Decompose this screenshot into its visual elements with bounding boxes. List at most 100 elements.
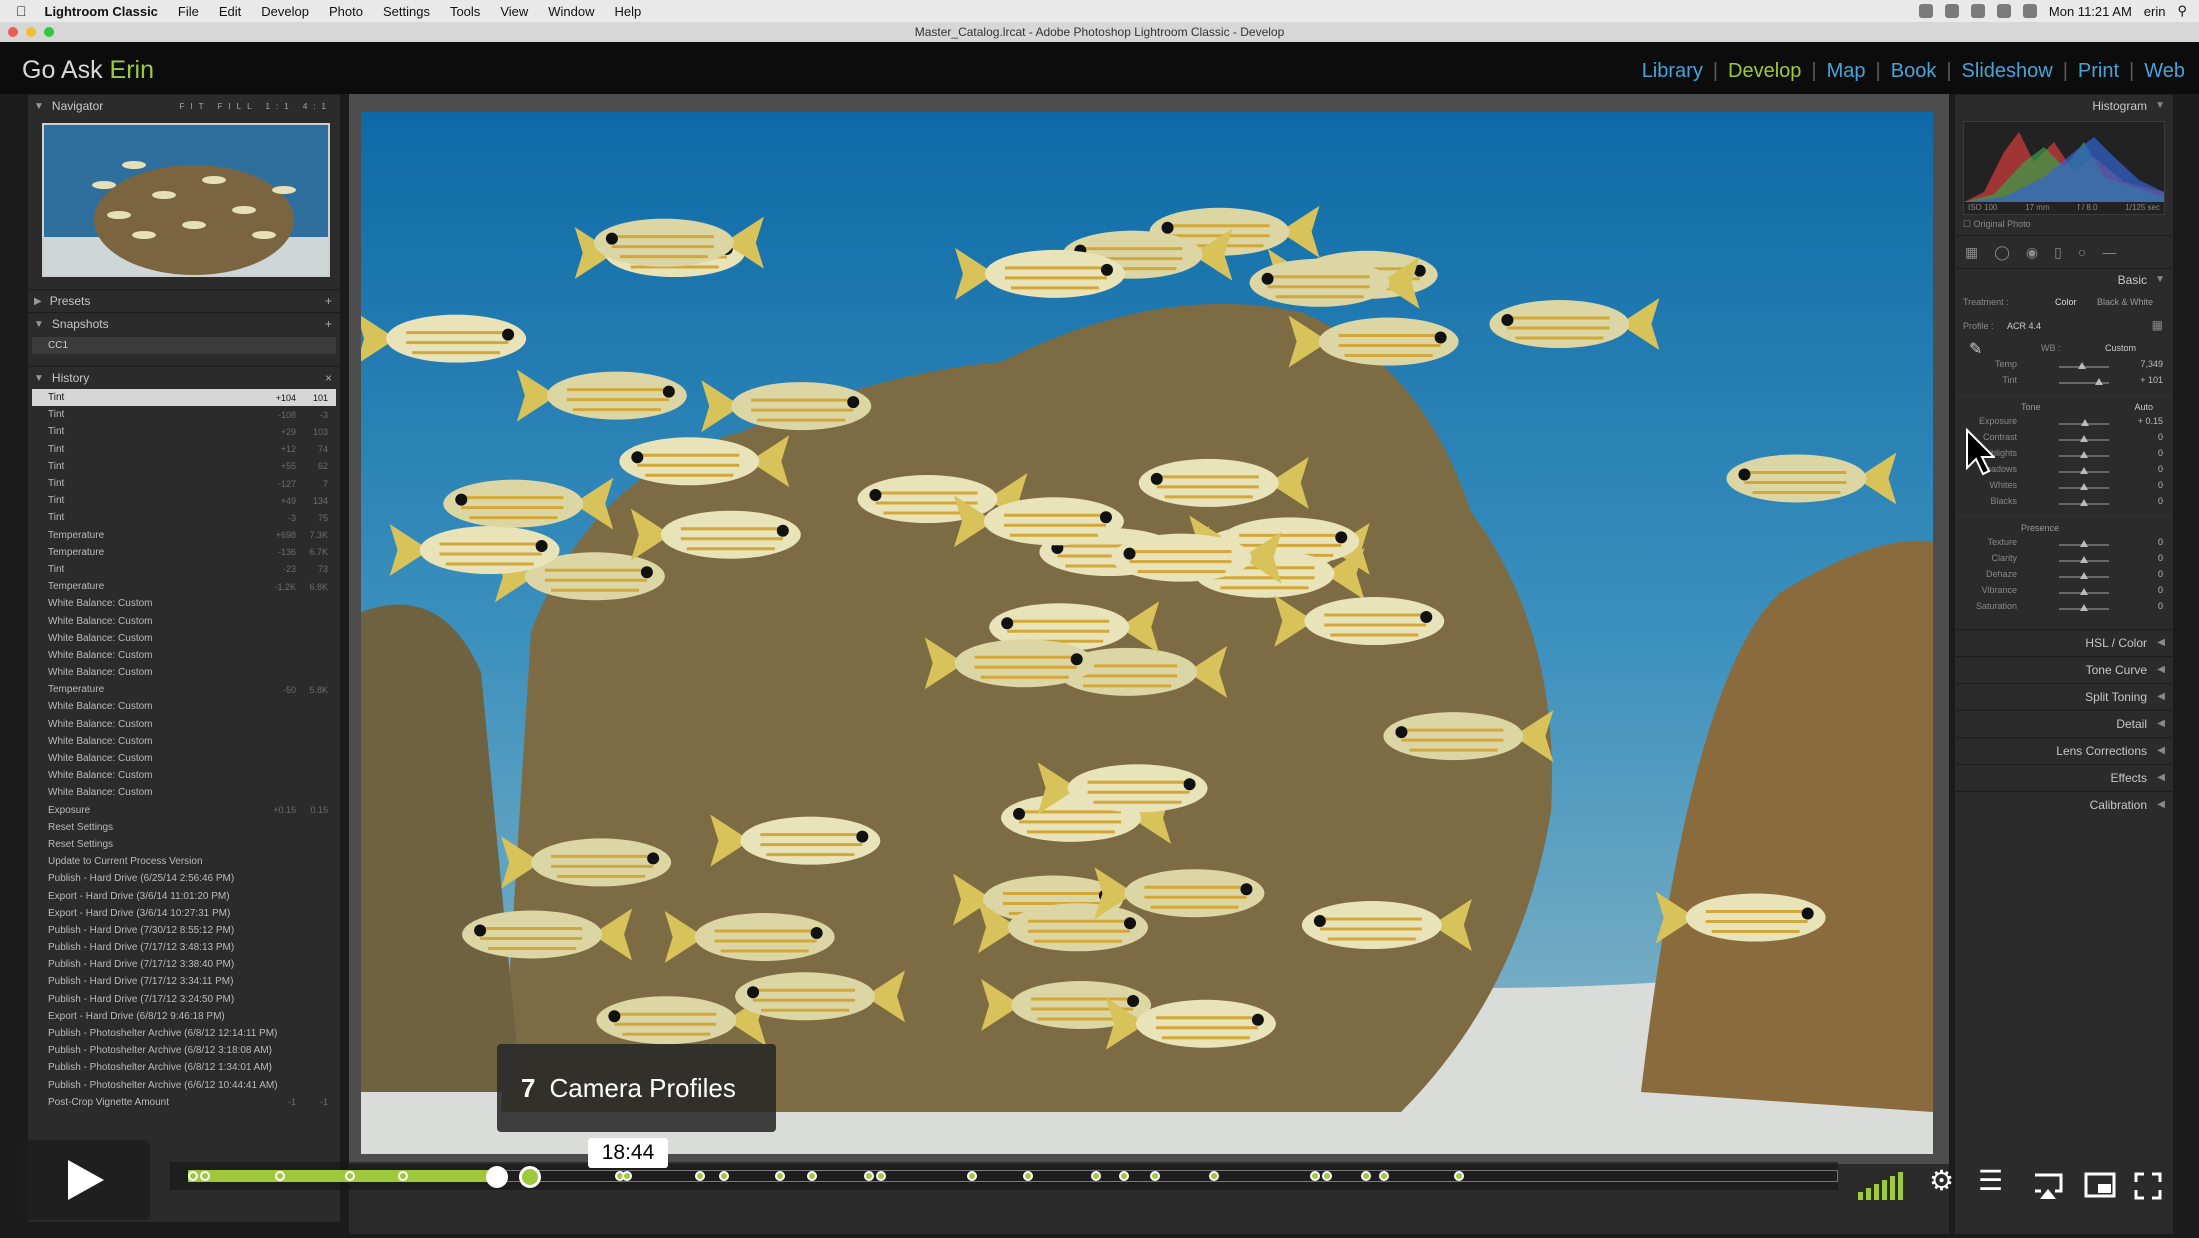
- history-step[interactable]: Tint +104 101: [32, 389, 336, 407]
- slider-value[interactable]: 0: [2158, 464, 2163, 474]
- histogram-header[interactable]: Histogram ▼: [1955, 94, 2173, 117]
- slider-value[interactable]: 0: [2158, 585, 2163, 595]
- slider-value[interactable]: 7,349: [2140, 359, 2163, 369]
- snapshots-header[interactable]: ▼ Snapshots +: [28, 312, 340, 335]
- history-step[interactable]: Publish - Hard Drive (7/17/12 3:24:50 PM…: [32, 991, 336, 1008]
- brush-icon[interactable]: —: [2102, 244, 2116, 260]
- app-name-menu[interactable]: Lightroom Classic: [45, 4, 158, 19]
- slider-value[interactable]: 0: [2158, 448, 2163, 458]
- history-step[interactable]: White Balance: Custom: [32, 733, 336, 750]
- navigator-preview[interactable]: [42, 123, 330, 277]
- slider-thumb[interactable]: [2077, 362, 2086, 369]
- history-step[interactable]: Publish - Hard Drive (7/17/12 3:38:40 PM…: [32, 956, 336, 973]
- history-step[interactable]: Publish - Photoshelter Archive (6/6/12 1…: [32, 1077, 336, 1094]
- history-step[interactable]: White Balance: Custom: [32, 698, 336, 715]
- menu-photo[interactable]: Photo: [329, 4, 363, 19]
- slider-thumb[interactable]: [2080, 451, 2088, 458]
- zoom-4-1[interactable]: 4:1: [303, 102, 332, 111]
- module-map[interactable]: Map: [1827, 60, 1866, 83]
- history-step[interactable]: Tint +55 62: [32, 458, 336, 475]
- radial-filter-icon[interactable]: ○: [2078, 244, 2086, 260]
- menu-window[interactable]: Window: [548, 4, 594, 19]
- history-step[interactable]: Temperature -50 5.8K: [32, 681, 336, 698]
- clock[interactable]: Mon 11:21 AM: [2049, 4, 2132, 19]
- profile-browser-icon[interactable]: ▦: [2152, 318, 2163, 332]
- volume-icon[interactable]: [2022, 4, 2037, 18]
- slider-value[interactable]: 0: [2158, 569, 2163, 579]
- history-step[interactable]: Publish - Hard Drive (7/17/12 3:34:11 PM…: [32, 973, 336, 990]
- history-step[interactable]: Update to Current Process Version: [32, 853, 336, 870]
- history-step[interactable]: Publish - Photoshelter Archive (6/8/12 1…: [32, 1025, 336, 1042]
- chapter-marker[interactable]: [966, 1171, 977, 1181]
- history-step[interactable]: Exposure +0.15 0.15: [32, 802, 336, 819]
- history-step[interactable]: White Balance: Custom: [32, 630, 336, 647]
- history-step[interactable]: Export - Hard Drive (6/8/12 9:46:18 PM): [32, 1008, 336, 1025]
- module-slideshow[interactable]: Slideshow: [1962, 60, 2053, 83]
- history-step[interactable]: Tint +29 103: [32, 423, 336, 440]
- history-step[interactable]: White Balance: Custom: [32, 612, 336, 629]
- volume-bars-icon[interactable]: [1858, 1172, 1908, 1200]
- slider-thumb[interactable]: [2080, 604, 2088, 611]
- history-step[interactable]: Tint +49 134: [32, 492, 336, 509]
- menu-develop[interactable]: Develop: [261, 4, 309, 19]
- chapter-marker[interactable]: [397, 1171, 408, 1181]
- chapter-marker[interactable]: [199, 1171, 210, 1181]
- chapter-marker[interactable]: [187, 1171, 198, 1181]
- history-step[interactable]: Tint -23 73: [32, 561, 336, 578]
- picture-in-picture-icon[interactable]: [2084, 1172, 2116, 1200]
- menu-view[interactable]: View: [500, 4, 528, 19]
- history-step[interactable]: Export - Hard Drive (3/6/14 11:01:20 PM): [32, 887, 336, 904]
- chapter-marker[interactable]: [1118, 1171, 1129, 1181]
- history-step[interactable]: White Balance: Custom: [32, 647, 336, 664]
- slider-value[interactable]: 0: [2158, 601, 2163, 611]
- history-step[interactable]: Export - Hard Drive (3/6/14 10:27:31 PM): [32, 905, 336, 922]
- red-eye-icon[interactable]: ◉: [2026, 244, 2038, 261]
- zoom-fit[interactable]: FIT: [179, 102, 209, 111]
- slider-thumb[interactable]: [2095, 378, 2103, 385]
- slider-thumb[interactable]: [2080, 435, 2088, 442]
- chapter-marker[interactable]: [1022, 1171, 1033, 1181]
- history-step[interactable]: White Balance: Custom: [32, 664, 336, 681]
- menu-file[interactable]: File: [178, 4, 199, 19]
- slider-value[interactable]: + 101: [2140, 375, 2163, 385]
- user-name[interactable]: erin: [2144, 4, 2166, 19]
- slider-thumb[interactable]: [2080, 572, 2088, 579]
- history-step[interactable]: Publish - Photoshelter Archive (6/8/12 1…: [32, 1059, 336, 1076]
- original-photo-checkbox[interactable]: ☐ Original Photo: [1955, 219, 2173, 235]
- chapter-marker[interactable]: [694, 1171, 705, 1181]
- profile-dropdown[interactable]: ACR 4.4: [2007, 321, 2041, 331]
- apple-menu-icon[interactable]: : [16, 3, 27, 19]
- navigator-header[interactable]: ▼ Navigator FIT FILL 1:1 4:1: [28, 94, 340, 117]
- main-photo[interactable]: [361, 112, 1933, 1154]
- slider-thumb[interactable]: [2080, 483, 2088, 490]
- chapter-marker[interactable]: [621, 1171, 632, 1181]
- module-print[interactable]: Print: [2078, 60, 2119, 83]
- chapter-marker[interactable]: [1453, 1171, 1464, 1181]
- slider-value[interactable]: 0: [2158, 480, 2163, 490]
- chapter-marker[interactable]: [876, 1171, 886, 1181]
- slider-thumb[interactable]: [2080, 588, 2088, 595]
- history-step[interactable]: Tint -108 -3: [32, 406, 336, 423]
- play-button[interactable]: [18, 1140, 150, 1220]
- history-step[interactable]: Post-Crop Vignette Amount -1 -1: [32, 1094, 336, 1111]
- slider-thumb[interactable]: [2080, 499, 2088, 506]
- status-icon[interactable]: [1918, 4, 1933, 18]
- panel-section-header[interactable]: Calibration ◀: [1955, 791, 2173, 818]
- history-step[interactable]: White Balance: Custom: [32, 784, 336, 801]
- auto-tone-button[interactable]: Auto: [2134, 402, 2153, 412]
- chapter-marker[interactable]: [344, 1171, 355, 1181]
- zoom-fill[interactable]: FILL: [218, 102, 258, 111]
- history-step[interactable]: Publish - Hard Drive (7/17/12 3:48:13 PM…: [32, 939, 336, 956]
- slider-value[interactable]: 0: [2158, 496, 2163, 506]
- history-step[interactable]: Temperature +698 7.3K: [32, 527, 336, 544]
- menu-help[interactable]: Help: [615, 4, 642, 19]
- panel-section-header[interactable]: Split Toning ◀: [1955, 683, 2173, 710]
- history-step[interactable]: Reset Settings: [32, 819, 336, 836]
- panel-section-header[interactable]: Tone Curve ◀: [1955, 656, 2173, 683]
- spotlight-search-icon[interactable]: ⚲: [2177, 3, 2187, 19]
- history-step[interactable]: White Balance: Custom: [32, 750, 336, 767]
- history-step[interactable]: White Balance: Custom: [32, 767, 336, 784]
- minimize-window-icon[interactable]: [26, 27, 36, 37]
- graduated-filter-icon[interactable]: ▯: [2054, 244, 2062, 261]
- module-web[interactable]: Web: [2144, 60, 2185, 83]
